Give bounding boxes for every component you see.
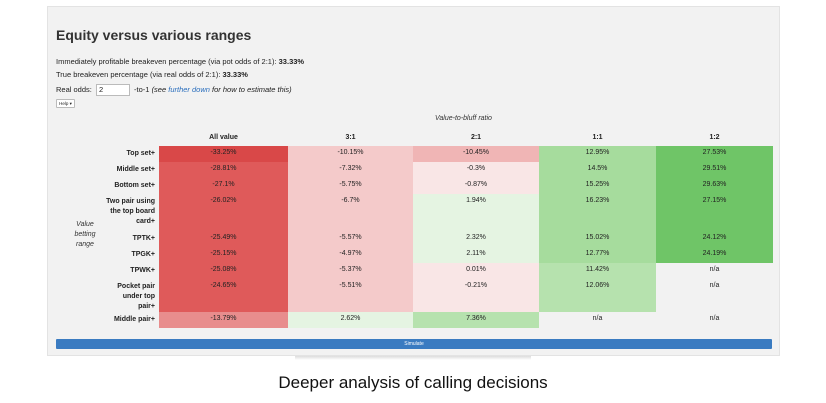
header-row: All value 3:1 2:1 1:1 1:2	[106, 129, 773, 146]
table-row: TPGK+ -25.15% -4.97% 2.11% 12.77% 24.19%	[106, 247, 773, 263]
equity-cell: -26.02%	[159, 194, 288, 231]
equity-cell: 15.25%	[539, 178, 656, 194]
simulate-button[interactable]: Simulate	[56, 339, 772, 349]
equity-cell: 2.62%	[288, 312, 413, 328]
further-down-link[interactable]: further down	[168, 85, 210, 94]
row-label: Pocket pair under top pair+	[117, 283, 155, 310]
equity-cell: 12.77%	[539, 247, 656, 263]
equity-cell: n/a	[592, 315, 603, 322]
table-row: Top set+ -33.25% -10.15% -10.45% 12.95% 27.53…	[106, 146, 773, 162]
true-breakeven-label: True breakeven percentage (via real odds…	[56, 70, 221, 79]
table-row: TPWK+ -25.08% -5.37% 0.01% 11.42% n/a	[106, 263, 773, 279]
row-label: TPWK+	[130, 267, 155, 274]
equity-panel: Equity versus various ranges Immediately…	[47, 6, 780, 356]
equity-cell: -5.51%	[288, 279, 413, 312]
equity-cell: -0.3%	[413, 162, 539, 178]
equity-cell: -4.97%	[288, 247, 413, 263]
table-row: Bottom set+ -27.1% -5.75% -0.87% 15.25% 29.63…	[106, 178, 773, 194]
equity-cell: 7.36%	[413, 312, 539, 328]
column-header: 1:1	[592, 134, 603, 141]
column-group-label: Value-to-bluff ratio	[435, 115, 492, 122]
equity-cell: 27.15%	[656, 194, 773, 231]
table-row: Pocket pair under top pair+ -24.65% -5.51%…	[106, 279, 773, 312]
equity-cell: n/a	[709, 315, 720, 322]
row-label: TPGK+	[131, 251, 155, 258]
row-label: Top set+	[126, 150, 155, 157]
equity-cell: 2.32%	[413, 231, 539, 247]
equity-cell: -13.79%	[159, 312, 288, 328]
equity-cell: 12.95%	[539, 146, 656, 162]
equity-cell: n/a	[709, 266, 720, 273]
equity-cell: -6.7%	[288, 194, 413, 231]
equity-cell: -33.25%	[159, 146, 288, 162]
equity-cell: -5.37%	[288, 263, 413, 279]
column-header: All value	[209, 134, 238, 141]
row-label: Middle set+	[116, 166, 155, 173]
row-label: Bottom set+	[114, 182, 155, 189]
corner-cell	[106, 129, 159, 146]
row-label: Two pair using the top board card+	[106, 198, 155, 225]
table-row: TPTK+ -25.49% -5.57% 2.32% 15.02% 24.12%	[106, 231, 773, 247]
real-odds-label: Real odds:	[56, 84, 92, 94]
row-label: TPTK+	[132, 235, 155, 242]
equity-cell: -10.15%	[288, 146, 413, 162]
equity-cell: 0.01%	[413, 263, 539, 279]
equity-cell: -25.49%	[159, 231, 288, 247]
table-row: Two pair using the top board card+ -26.02…	[106, 194, 773, 231]
panel-shadow	[295, 356, 531, 360]
equity-cell: -0.87%	[413, 178, 539, 194]
equity-cell: -28.81%	[159, 162, 288, 178]
equity-cell: 15.02%	[539, 231, 656, 247]
real-odds-line: Real odds: 2 -to-1 (see further down for…	[56, 84, 292, 96]
equity-cell: 24.12%	[656, 231, 773, 247]
equity-cell: -25.08%	[159, 263, 288, 279]
equity-cell: -5.57%	[288, 231, 413, 247]
immediate-breakeven-value: 33.33%	[278, 57, 305, 66]
column-header: 2:1	[470, 134, 482, 141]
help-button[interactable]: Help ▾	[56, 99, 75, 108]
equity-cell: 29.51%	[656, 162, 773, 178]
true-breakeven-value: 33.33%	[222, 70, 248, 79]
equity-cell: 1.94%	[413, 194, 539, 231]
table-row: Middle set+ -28.81% -7.32% -0.3% 14.5% 29.51%	[106, 162, 773, 178]
real-odds-input[interactable]: 2	[95, 84, 130, 96]
equity-cell: -10.45%	[413, 146, 539, 162]
page-title: Equity versus various ranges	[56, 27, 252, 43]
row-label: Middle pair+	[113, 316, 155, 323]
equity-cell: -7.32%	[288, 162, 413, 178]
immediate-breakeven-line: Immediately profitable breakeven percent…	[56, 57, 304, 66]
row-group-label: Value betting range	[74, 221, 96, 248]
equity-cell: 29.63%	[656, 178, 773, 194]
real-odds-suffix: -to-1	[134, 84, 150, 94]
column-header: 3:1	[345, 134, 356, 141]
equity-cell: 16.23%	[539, 194, 656, 231]
equity-cell: 2.11%	[413, 247, 539, 263]
equity-cell: -5.75%	[288, 178, 413, 194]
equity-cell: -0.21%	[413, 279, 539, 312]
equity-cell: n/a	[709, 282, 720, 289]
column-header: 1:2	[709, 134, 720, 141]
equity-table: All value 3:1 2:1 1:1 1:2 Top set+ -33.25% -10…	[106, 129, 773, 328]
equity-cell: 24.19%	[656, 247, 773, 263]
equity-cell: -24.65%	[159, 279, 288, 312]
equity-cell: -25.15%	[159, 247, 288, 263]
equity-cell: -27.1%	[159, 178, 288, 194]
equity-cell: 11.42%	[539, 263, 656, 279]
equity-cell: 27.53%	[656, 146, 773, 162]
equity-cell: 12.06%	[539, 279, 656, 312]
equity-cell: 14.5%	[539, 162, 656, 178]
immediate-breakeven-label: Immediately profitable breakeven percent…	[56, 57, 277, 66]
real-odds-note-after: for how to estimate this)	[212, 84, 292, 94]
real-odds-note-before: (see	[151, 84, 167, 94]
table-row: Middle pair+ -13.79% 2.62% 7.36% n/a n/a	[106, 312, 773, 328]
true-breakeven-line: True breakeven percentage (via real odds…	[56, 70, 248, 79]
figure-caption: Deeper analysis of calling decisions	[278, 373, 548, 392]
